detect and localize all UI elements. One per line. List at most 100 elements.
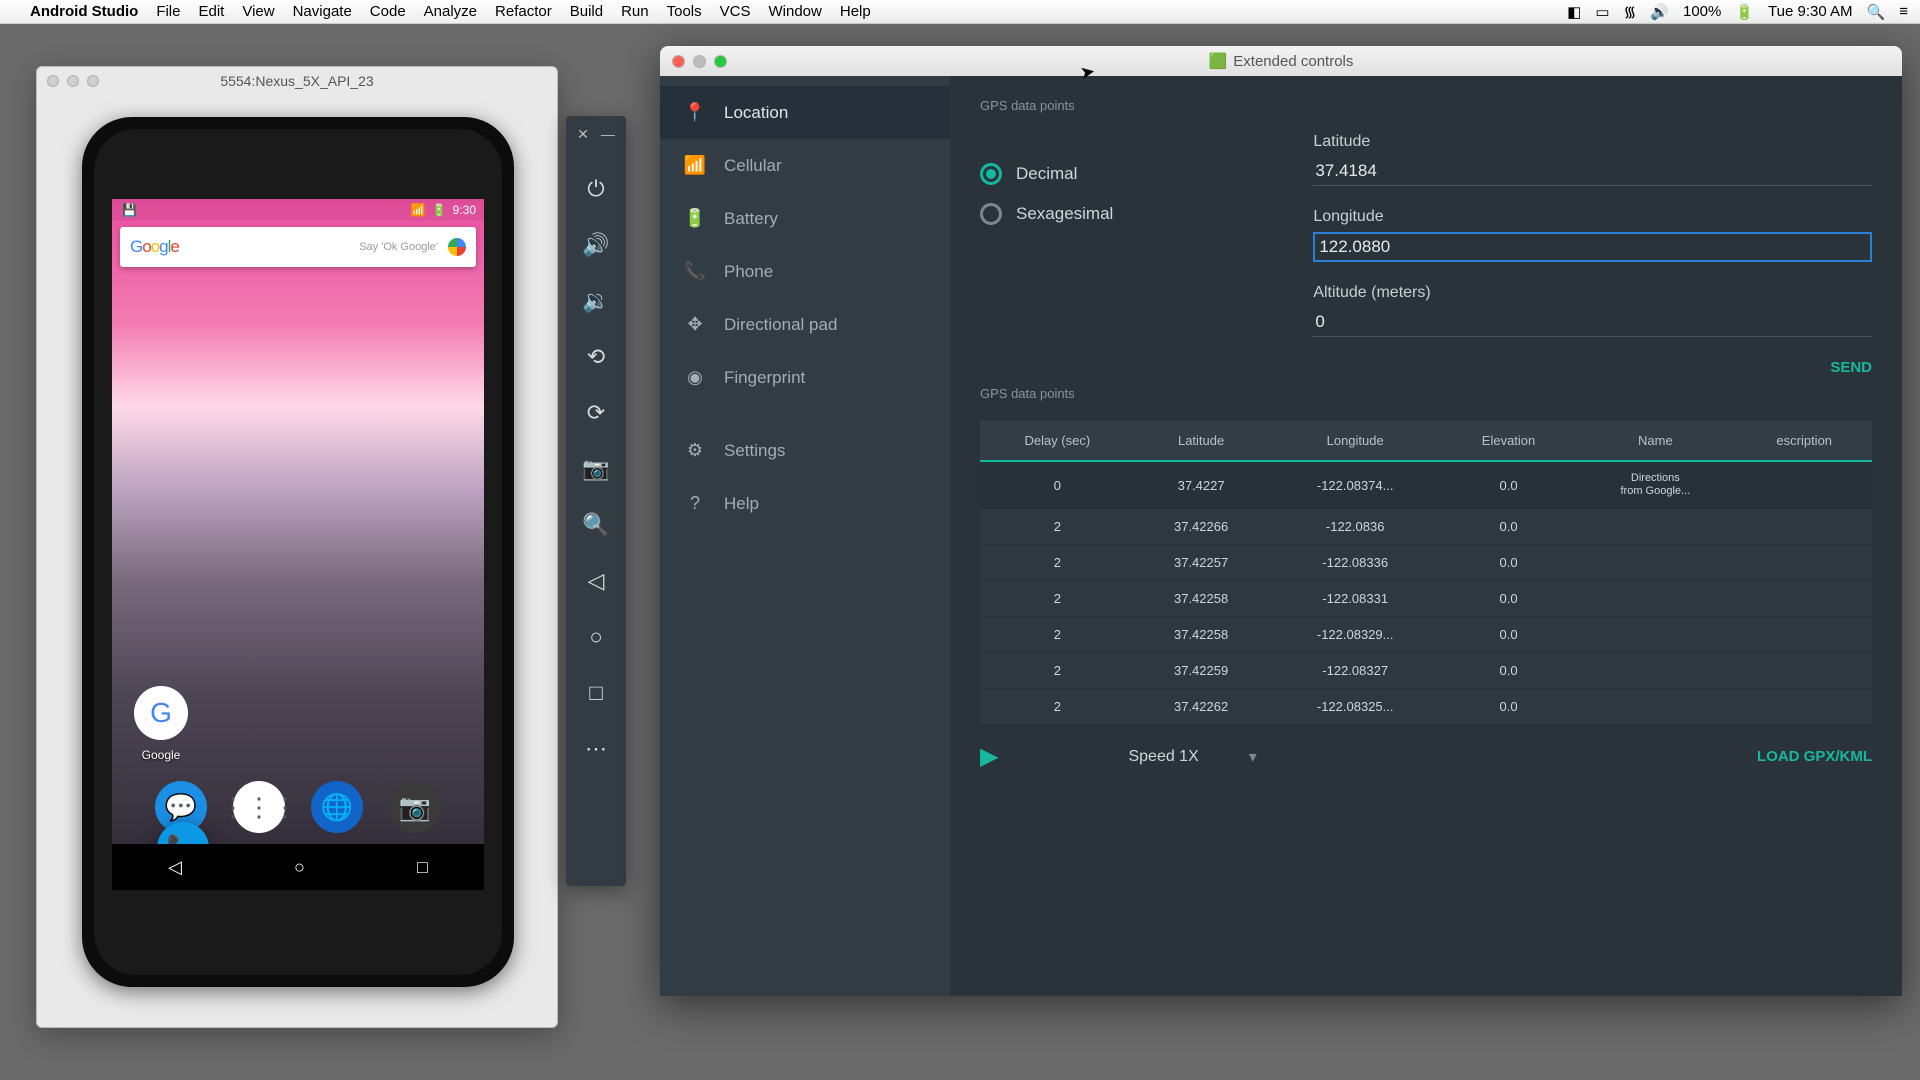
more-icon[interactable]: ⋯ (574, 725, 618, 773)
menu-edit[interactable]: Edit (198, 3, 224, 20)
play-button[interactable]: ▶ (980, 742, 998, 771)
table-row[interactable]: 237.42259-122.083270.0 (980, 653, 1872, 689)
camera-app-icon[interactable]: 📷 (389, 781, 441, 833)
location-icon: 📍 (684, 102, 706, 123)
window-zoom-icon[interactable] (714, 55, 727, 68)
battery-icon[interactable]: 🔋 (1735, 3, 1754, 21)
dpad-icon: ✥ (684, 314, 706, 335)
table-row[interactable]: 237.42257-122.083360.0 (980, 545, 1872, 581)
table-row[interactable]: 237.42262-122.08325...0.0 (980, 689, 1872, 725)
mic-icon[interactable] (448, 238, 466, 256)
sidebar-item-label: Location (724, 103, 788, 123)
sidebar-item-phone[interactable]: 📞Phone (660, 245, 950, 298)
google-search-bar[interactable]: Google Say 'Ok Google' (120, 227, 476, 267)
zoom-icon[interactable]: 🔍 (574, 501, 618, 549)
table-col[interactable]: Longitude (1268, 421, 1443, 461)
longitude-input[interactable] (1313, 232, 1872, 262)
latitude-input[interactable] (1313, 157, 1872, 186)
signal-icon: 📶 (411, 203, 426, 217)
menu-code[interactable]: Code (370, 3, 406, 20)
table-col[interactable]: Elevation (1443, 421, 1574, 461)
window-minimize-icon[interactable] (693, 55, 706, 68)
sidebar-item-dpad[interactable]: ✥ Directional pad (660, 298, 950, 351)
table-row[interactable]: 237.42266-122.08360.0 (980, 509, 1872, 545)
home-icon[interactable]: ○ (574, 613, 618, 661)
overview-icon[interactable]: □ (574, 669, 618, 717)
browser-app-icon[interactable]: 🌐 (311, 781, 363, 833)
window-close-icon[interactable] (672, 55, 685, 68)
menu-run[interactable]: Run (621, 3, 649, 20)
volume-down-icon[interactable]: 🔉 (574, 277, 618, 325)
volume-up-icon[interactable]: 🔊 (574, 221, 618, 269)
rotate-left-icon[interactable]: ⟲ (574, 333, 618, 381)
window-traffic-lights[interactable] (47, 75, 99, 87)
table-row[interactable]: 237.42258-122.08329...0.0 (980, 617, 1872, 653)
menu-tools[interactable]: Tools (667, 3, 702, 20)
menu-help[interactable]: Help (840, 3, 871, 20)
menu-icon[interactable]: ≡ (1899, 3, 1908, 20)
menu-vcs[interactable]: VCS (720, 3, 751, 20)
overview-button[interactable]: □ (417, 857, 428, 878)
table-col[interactable]: escription (1736, 421, 1872, 461)
extended-controls-window: 🟩Extended controls 📍 Location 📶Cellular 🔋… (660, 46, 1902, 996)
extended-titlebar[interactable]: 🟩Extended controls (660, 46, 1902, 76)
radio-label: Sexagesimal (1016, 204, 1113, 224)
menu-build[interactable]: Build (570, 3, 603, 20)
section-label: GPS data points (980, 98, 1872, 113)
sidebar-item-label: Directional pad (724, 315, 837, 335)
minimize-icon[interactable]: — (601, 126, 615, 143)
table-col[interactable]: Delay (sec) (980, 421, 1135, 461)
send-button[interactable]: SEND (1313, 359, 1872, 376)
spotlight-icon[interactable]: 🔍 (1867, 3, 1886, 21)
screenshot-icon[interactable]: 📷 (574, 445, 618, 493)
sidebar-item-fingerprint[interactable]: ◉Fingerprint (660, 351, 950, 404)
close-icon[interactable]: ✕ (577, 126, 589, 143)
wifi-icon[interactable]: ᯾ (1624, 2, 1637, 22)
menu-navigate[interactable]: Navigate (293, 3, 352, 20)
menu-analyze[interactable]: Analyze (424, 3, 477, 20)
table-col[interactable]: Name (1574, 421, 1736, 461)
volume-icon[interactable]: 🔊 (1650, 3, 1669, 21)
menu-refactor[interactable]: Refactor (495, 3, 552, 20)
battery-icon: 🔋 (432, 203, 447, 217)
sidebar-item-battery[interactable]: 🔋Battery (660, 192, 950, 245)
back-button[interactable]: ◁ (168, 857, 182, 878)
speed-select[interactable]: Speed 1X ▾ (1128, 747, 1256, 767)
menubar-clock[interactable]: Tue 9:30 AM (1768, 3, 1853, 20)
sidebar-item-label: Help (724, 494, 759, 514)
app-menu[interactable]: Android Studio (30, 3, 138, 20)
android-statusbar: 💾 📶 🔋 9:30 (112, 199, 484, 221)
menu-window[interactable]: Window (769, 3, 822, 20)
fingerprint-icon: ◉ (684, 367, 706, 388)
load-gpx-button[interactable]: LOAD GPX/KML (1757, 748, 1872, 765)
longitude-label: Longitude (1313, 208, 1872, 226)
home-button[interactable]: ○ (294, 857, 305, 878)
sidebar-item-settings[interactable]: ⚙Settings (660, 424, 950, 477)
table-row[interactable]: 037.4227-122.08374...0.0Directionsfrom G… (980, 461, 1872, 509)
radio-sexagesimal[interactable]: Sexagesimal (980, 203, 1113, 225)
all-apps-icon[interactable]: ⋮⋮⋮ (233, 781, 285, 833)
emulator-titlebar: 5554:Nexus_5X_API_23 (37, 67, 557, 95)
emulator-side-toolbar: ✕ — ⏻ 🔊 🔉 ⟲ ⟳ 📷 🔍 ◁ ○ □ ⋯ (566, 116, 626, 886)
status-time: 9:30 (453, 203, 476, 217)
battery-percent: 100% (1683, 3, 1721, 20)
android-navbar: ◁ ○ □ (112, 844, 484, 890)
table-col[interactable]: Latitude (1135, 421, 1268, 461)
sidebar-item-cellular[interactable]: 📶Cellular (660, 139, 950, 192)
altitude-input[interactable] (1313, 308, 1872, 337)
sidebar-item-location[interactable]: 📍 Location (660, 86, 950, 139)
rotate-right-icon[interactable]: ⟳ (574, 389, 618, 437)
help-icon: ? (684, 493, 706, 514)
table-row[interactable]: 237.42258-122.083310.0 (980, 581, 1872, 617)
back-icon[interactable]: ◁ (574, 557, 618, 605)
menu-view[interactable]: View (242, 3, 274, 20)
screens-icon[interactable]: ◧ (1567, 3, 1581, 21)
radio-decimal[interactable]: Decimal (980, 163, 1113, 185)
device-screen[interactable]: 💾 📶 🔋 9:30 Google Say 'Ok Google' G Goog… (112, 199, 484, 890)
airplay-icon[interactable]: ▭ (1595, 3, 1609, 21)
sidebar-item-help[interactable]: ? Help (660, 477, 950, 530)
power-icon[interactable]: ⏻ (574, 165, 618, 213)
google-app-icon[interactable]: G (134, 686, 188, 740)
mac-menubar: Android Studio File Edit View Navigate C… (0, 0, 1920, 24)
menu-file[interactable]: File (156, 3, 180, 20)
